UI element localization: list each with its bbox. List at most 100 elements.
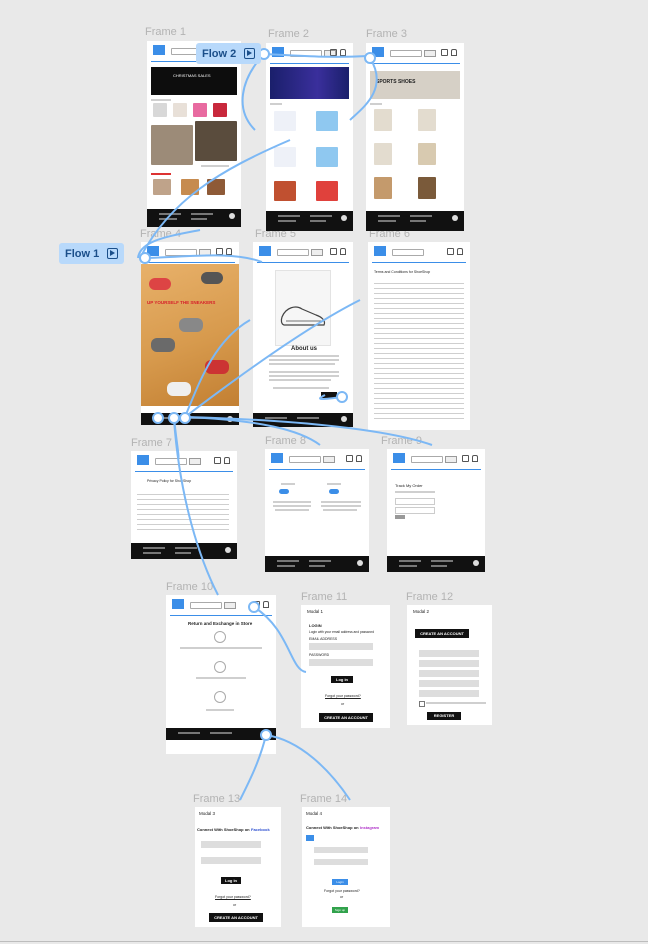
user-icon[interactable] — [457, 248, 463, 255]
create-account-button[interactable]: CREATE AN ACCOUNT — [209, 913, 263, 922]
sports-banner[interactable]: SPORTS SHOES — [370, 71, 460, 99]
promo-image[interactable] — [151, 125, 193, 165]
search-button[interactable] — [199, 249, 211, 256]
sneaker-hero-image[interactable]: UP YOURSELF THE SNEAKERS — [141, 264, 239, 406]
frame-label-11[interactable]: Frame 11 — [301, 591, 347, 603]
login-button[interactable]: Log in — [221, 877, 241, 884]
search-input[interactable] — [190, 602, 222, 609]
user-icon[interactable] — [224, 457, 230, 464]
cart-icon[interactable] — [216, 248, 223, 255]
phone-button[interactable] — [329, 489, 339, 494]
user-icon[interactable] — [263, 601, 269, 608]
chat-icon[interactable] — [341, 416, 347, 422]
product-image[interactable] — [274, 147, 296, 167]
last-name-field[interactable] — [419, 660, 479, 667]
product-image[interactable] — [274, 181, 296, 201]
check-button[interactable] — [395, 515, 405, 519]
frame-label-4[interactable]: Frame 4 — [140, 228, 181, 240]
frame-7[interactable]: Privacy Policy for ShoeShop — [131, 451, 237, 559]
product-image[interactable] — [193, 103, 207, 117]
frame-4[interactable]: UP YOURSELF THE SNEAKERS — [141, 242, 239, 425]
product-image[interactable] — [418, 109, 436, 131]
search-input[interactable] — [392, 249, 424, 256]
flow-2-tag[interactable]: Flow 2 — [196, 43, 262, 64]
frame-2[interactable] — [266, 43, 353, 231]
logo[interactable] — [172, 599, 184, 609]
cart-icon[interactable] — [441, 49, 448, 56]
frame-label-13[interactable]: Frame 13 — [193, 793, 240, 805]
frame-label-10[interactable]: Frame 10 — [166, 581, 213, 593]
play-icon[interactable] — [244, 48, 256, 59]
create-account-button[interactable]: CREATE AN ACCOUNT — [319, 713, 373, 722]
chat-icon[interactable] — [357, 560, 363, 566]
frame-label-8[interactable]: Frame 8 — [265, 435, 306, 447]
password-field[interactable] — [314, 859, 368, 865]
first-name-field[interactable] — [419, 650, 479, 657]
frame-13-facebook-modal[interactable]: Modal 3 Connect With ShoeShop on Faceboo… — [195, 807, 281, 927]
logo[interactable] — [147, 246, 159, 256]
search-input[interactable] — [411, 456, 443, 463]
product-image[interactable] — [153, 179, 171, 195]
product-image[interactable] — [181, 179, 199, 195]
user-icon[interactable] — [340, 248, 346, 255]
logo[interactable] — [393, 453, 405, 463]
frame-6[interactable]: Terms and Conditions for ShoeShop — [368, 242, 470, 430]
signup-button[interactable]: Sign up — [332, 907, 348, 913]
login-button[interactable]: Login — [332, 879, 348, 885]
product-image[interactable] — [418, 177, 436, 199]
frame-label-12[interactable]: Frame 12 — [406, 591, 453, 603]
chat-icon[interactable] — [227, 416, 233, 422]
logo[interactable] — [372, 47, 384, 57]
search-input[interactable] — [289, 456, 321, 463]
email-button[interactable] — [279, 489, 289, 494]
confirm-email-field[interactable] — [419, 680, 479, 687]
frame-9[interactable]: Track My Order — [387, 449, 485, 572]
cart-icon[interactable] — [346, 455, 353, 462]
promo-image[interactable] — [195, 121, 237, 161]
search-button[interactable] — [445, 456, 457, 463]
flow-1-tag[interactable]: Flow 1 — [59, 243, 125, 264]
email-field[interactable] — [201, 841, 261, 848]
search-button[interactable] — [323, 456, 335, 463]
chat-icon[interactable] — [473, 560, 479, 566]
user-icon[interactable] — [226, 248, 232, 255]
user-icon[interactable] — [472, 455, 478, 462]
frame-label-1[interactable]: Frame 1 — [145, 26, 186, 38]
search-input[interactable] — [390, 50, 422, 57]
search-input[interactable] — [277, 249, 309, 256]
frame-5[interactable]: About us — [253, 242, 353, 427]
user-icon[interactable] — [356, 455, 362, 462]
frame-label-7[interactable]: Frame 7 — [131, 437, 172, 449]
email-field[interactable] — [419, 670, 479, 677]
frame-12-register-modal[interactable]: Modal 2 CREATE AN ACCOUNT REGISTER — [407, 605, 492, 725]
cart-icon[interactable] — [330, 248, 337, 255]
logo[interactable] — [137, 455, 149, 465]
hero-banner[interactable] — [270, 67, 349, 99]
username-field[interactable] — [314, 847, 368, 853]
search-input[interactable] — [290, 50, 322, 57]
forgot-password-link[interactable]: Forgot your password? — [215, 895, 251, 899]
chat-icon[interactable] — [229, 213, 235, 219]
christmas-banner[interactable]: CHRISTMAS SALES — [151, 67, 237, 95]
login-button[interactable]: Log in — [331, 676, 353, 683]
logo[interactable] — [374, 246, 386, 256]
product-image[interactable] — [207, 179, 225, 195]
frame-8[interactable] — [265, 449, 369, 572]
user-icon[interactable] — [451, 49, 457, 56]
cart-icon[interactable] — [253, 601, 260, 608]
password-field[interactable] — [419, 690, 479, 697]
frame-10[interactable]: Return and Exchange in Store — [166, 595, 276, 754]
frame-3[interactable]: SPORTS SHOES — [366, 43, 464, 231]
search-input[interactable] — [155, 458, 187, 465]
product-image[interactable] — [374, 143, 392, 165]
play-icon[interactable] — [107, 248, 119, 259]
search-input[interactable] — [165, 249, 197, 256]
product-image[interactable] — [316, 181, 338, 201]
search-button[interactable] — [424, 50, 436, 57]
product-image[interactable] — [274, 111, 296, 131]
forgot-password-link[interactable]: Forgot your password? — [325, 694, 361, 698]
logo[interactable] — [272, 47, 284, 57]
cart-icon[interactable] — [330, 49, 337, 56]
product-image[interactable] — [374, 109, 392, 131]
product-image[interactable] — [213, 103, 227, 117]
